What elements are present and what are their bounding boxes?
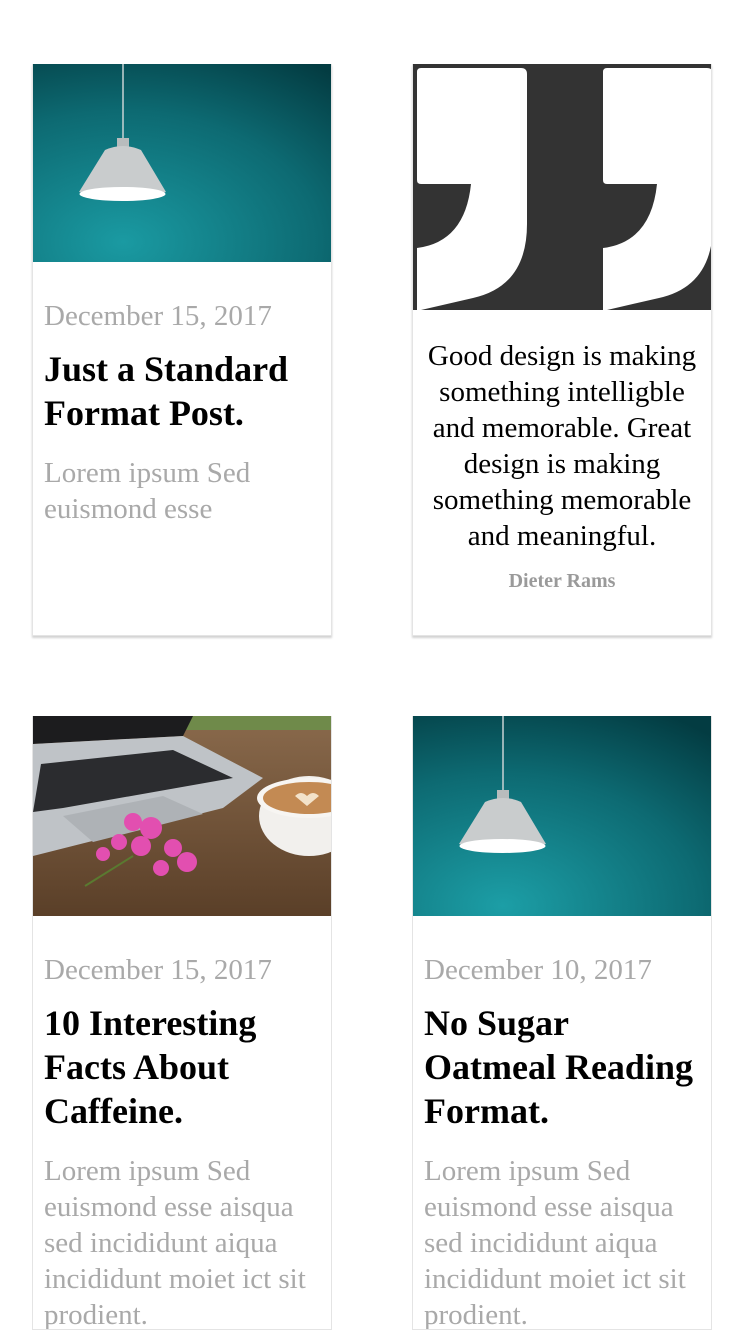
quote-text: Good design is making something intellig… [427, 340, 697, 552]
post-card[interactable]: December 15, 2017 Just a Standard Format… [32, 64, 332, 636]
post-date: December 15, 2017 [44, 300, 272, 332]
post-card[interactable]: December 10, 2017 No Sugar Oatmeal Readi… [412, 716, 712, 1330]
post-date: December 10, 2017 [424, 954, 652, 986]
lamp-image [33, 64, 331, 262]
post-title[interactable]: Just a Standard Format Post. [44, 347, 321, 435]
post-thumbnail-lamp[interactable] [33, 64, 331, 262]
post-excerpt: Lorem ipsum Sed euismond esse aisqua sed… [424, 1155, 686, 1330]
quotation-mark-icon [413, 64, 711, 310]
post-title[interactable]: No Sugar Oatmeal Reading Format. [424, 1001, 701, 1133]
post-thumbnail-coffee[interactable] [33, 716, 331, 916]
post-thumbnail-lamp[interactable] [413, 716, 711, 916]
quote-thumbnail [413, 64, 711, 310]
post-date: December 15, 2017 [44, 954, 272, 986]
post-card[interactable]: December 15, 2017 10 Interesting Facts A… [32, 716, 332, 1330]
post-excerpt: Lorem ipsum Sed euismond esse aisqua sed… [44, 1155, 306, 1330]
post-excerpt: Lorem ipsum Sed euismond esse [44, 457, 251, 525]
post-title[interactable]: 10 Interesting Facts About Caffeine. [44, 1001, 321, 1133]
lamp-image [413, 716, 711, 916]
quote-author: Dieter Rams [508, 570, 616, 592]
laptop-coffee-image [33, 716, 331, 916]
quote-card[interactable]: Good design is making something intellig… [412, 64, 712, 636]
